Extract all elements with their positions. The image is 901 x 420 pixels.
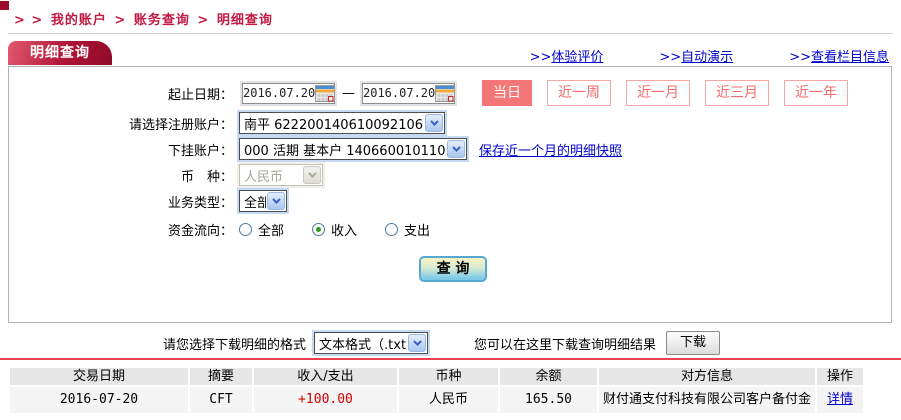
header-income-expense: 收入/支出 xyxy=(254,368,397,385)
radio-label: 全部 xyxy=(258,223,285,239)
chevron-down-icon xyxy=(425,114,443,132)
breadcrumb-prefix: > > xyxy=(14,13,44,28)
download-format-label: 请您选择下载明细的格式 xyxy=(163,337,307,353)
breadcrumb-item-detail-query[interactable]: 明细查询 xyxy=(217,13,273,28)
business-type-row: 业务类型： 全部 xyxy=(9,189,287,213)
date-to-input[interactable]: 2016.07.20 xyxy=(362,82,456,104)
currency-select: 人民币 xyxy=(239,164,323,186)
quick-range-week-button[interactable]: 近一周 xyxy=(547,80,611,106)
radio-flow-all[interactable]: 全部 xyxy=(239,220,284,239)
date-from-value: 2016.07.20 xyxy=(243,86,316,100)
radio-label: 收入 xyxy=(331,223,358,239)
table-header-row: 交易日期 摘要 收入/支出 币种 余额 对方信息 操作 xyxy=(10,368,863,385)
currency-row: 币 种： 人民币 xyxy=(9,163,323,187)
chevron-down-icon xyxy=(447,140,465,158)
cell-summary: CFT xyxy=(190,387,252,413)
business-type-value: 全部 xyxy=(244,195,266,211)
currency-label: 币 种： xyxy=(180,169,233,185)
download-row: 请您选择下载明细的格式 文本格式（.txt） 您可以在这里下载查询明细结果 下载 xyxy=(163,330,721,356)
fund-flow-options: 全部 收入 支出 xyxy=(239,220,430,239)
radio-checked-icon[interactable] xyxy=(312,222,326,236)
divider-line xyxy=(8,33,893,34)
breadcrumb-separator: > xyxy=(114,13,127,28)
cell-amount: +100.00 xyxy=(254,387,397,413)
header-counterparty: 对方信息 xyxy=(599,368,815,385)
radio-label: 支出 xyxy=(404,223,431,239)
red-divider-line xyxy=(0,358,901,360)
link-label: 查看栏目信息 xyxy=(810,50,889,65)
chevron-down-icon xyxy=(408,334,427,352)
registered-account-row: 请选择注册账户： 南平 6222001406100921065 灵通卡 xyxy=(9,111,445,135)
radio-flow-income[interactable]: 收入 xyxy=(312,220,357,239)
download-button[interactable]: 下载 xyxy=(666,331,721,355)
header-action: 操作 xyxy=(817,368,863,385)
header-trade-date: 交易日期 xyxy=(10,368,188,385)
header-currency: 币种 xyxy=(399,368,498,385)
cell-balance: 165.50 xyxy=(500,387,597,413)
registered-account-label: 请选择注册账户： xyxy=(128,117,233,133)
download-format-select[interactable]: 文本格式（.txt） xyxy=(314,332,429,354)
link-experience-review[interactable]: >>体验评价 xyxy=(530,46,604,65)
download-format-value: 文本格式（.txt） xyxy=(319,337,407,353)
date-range-row: 起止日期： 2016.07.20 — 2016.07.20 当日 近一周 近一月… xyxy=(9,80,848,106)
header-summary: 摘要 xyxy=(190,368,252,385)
date-to-value: 2016.07.20 xyxy=(363,86,436,100)
breadcrumb: > > 我的账户 > 账务查询 > 明细查询 xyxy=(14,9,275,28)
link-auto-demo[interactable]: >>自动演示 xyxy=(659,46,733,65)
registered-account-select[interactable]: 南平 6222001406100921065 灵通卡 xyxy=(239,112,445,134)
results-table: 交易日期 摘要 收入/支出 币种 余额 对方信息 操作 2016-07-20 C… xyxy=(10,368,863,413)
cell-currency: 人民币 xyxy=(399,387,498,413)
calendar-icon[interactable] xyxy=(315,84,336,102)
header-links: >>体验评价 >>自动演示 >>查看栏目信息 xyxy=(530,46,889,65)
sub-account-select[interactable]: 000 活期 基本户 1406600101102571848 xyxy=(239,138,467,160)
breadcrumb-separator: > xyxy=(197,13,210,28)
business-type-label: 业务类型： xyxy=(167,195,233,211)
date-range-label: 起止日期： xyxy=(167,87,233,103)
currency-value: 人民币 xyxy=(244,169,284,185)
quick-range-month-button[interactable]: 近一月 xyxy=(626,80,690,106)
link-label: 体验评价 xyxy=(551,50,604,65)
link-prefix: >> xyxy=(789,50,811,65)
cell-trade-date: 2016-07-20 xyxy=(10,387,188,413)
quick-range-3months-button[interactable]: 近三月 xyxy=(705,80,769,106)
date-range-separator: — xyxy=(342,85,355,101)
header-balance: 余额 xyxy=(500,368,597,385)
fund-flow-label: 资金流向： xyxy=(167,223,233,239)
breadcrumb-item-account-query[interactable]: 账务查询 xyxy=(134,13,190,28)
corner-brand-square xyxy=(0,1,9,10)
sub-account-value: 000 活期 基本户 1406600101102571848 xyxy=(244,143,446,159)
cell-counterparty: 财付通支付科技有限公司客户备付金 xyxy=(599,387,815,413)
registered-account-value: 南平 6222001406100921065 灵通卡 xyxy=(244,117,424,133)
radio-icon[interactable] xyxy=(385,222,399,236)
download-hint: 您可以在这里下载查询明细结果 xyxy=(474,337,657,353)
quick-range-today-button[interactable]: 当日 xyxy=(482,80,532,106)
query-button[interactable]: 查 询 xyxy=(419,256,487,282)
fund-flow-row: 资金流向： 全部 收入 支出 xyxy=(9,217,430,241)
quick-range-year-button[interactable]: 近一年 xyxy=(784,80,848,106)
chevron-down-icon xyxy=(267,192,285,210)
date-from-input[interactable]: 2016.07.20 xyxy=(242,82,336,104)
link-view-column-info[interactable]: >>查看栏目信息 xyxy=(789,46,889,65)
tab-detail-query[interactable]: 明细查询 xyxy=(8,41,112,65)
sub-account-row: 下挂账户： 000 活期 基本户 1406600101102571848 保存近… xyxy=(9,137,622,161)
business-type-select[interactable]: 全部 xyxy=(239,190,287,212)
link-prefix: >> xyxy=(529,50,552,65)
query-form-panel: 起止日期： 2016.07.20 — 2016.07.20 当日 近一周 近一月… xyxy=(8,66,892,323)
sub-account-label: 下挂账户： xyxy=(167,143,233,159)
chevron-down-icon xyxy=(303,166,321,184)
calendar-icon[interactable] xyxy=(435,84,456,102)
detail-link[interactable]: 详情 xyxy=(827,392,853,407)
save-snapshot-link[interactable]: 保存近一个月的明细快照 xyxy=(479,140,622,159)
radio-flow-expense[interactable]: 支出 xyxy=(385,220,430,239)
radio-icon[interactable] xyxy=(239,222,252,236)
link-prefix: >> xyxy=(659,50,682,65)
table-row: 2016-07-20 CFT +100.00 人民币 165.50 财付通支付科… xyxy=(10,385,863,413)
link-label: 自动演示 xyxy=(681,50,734,65)
breadcrumb-item-my-account[interactable]: 我的账户 xyxy=(51,13,107,28)
